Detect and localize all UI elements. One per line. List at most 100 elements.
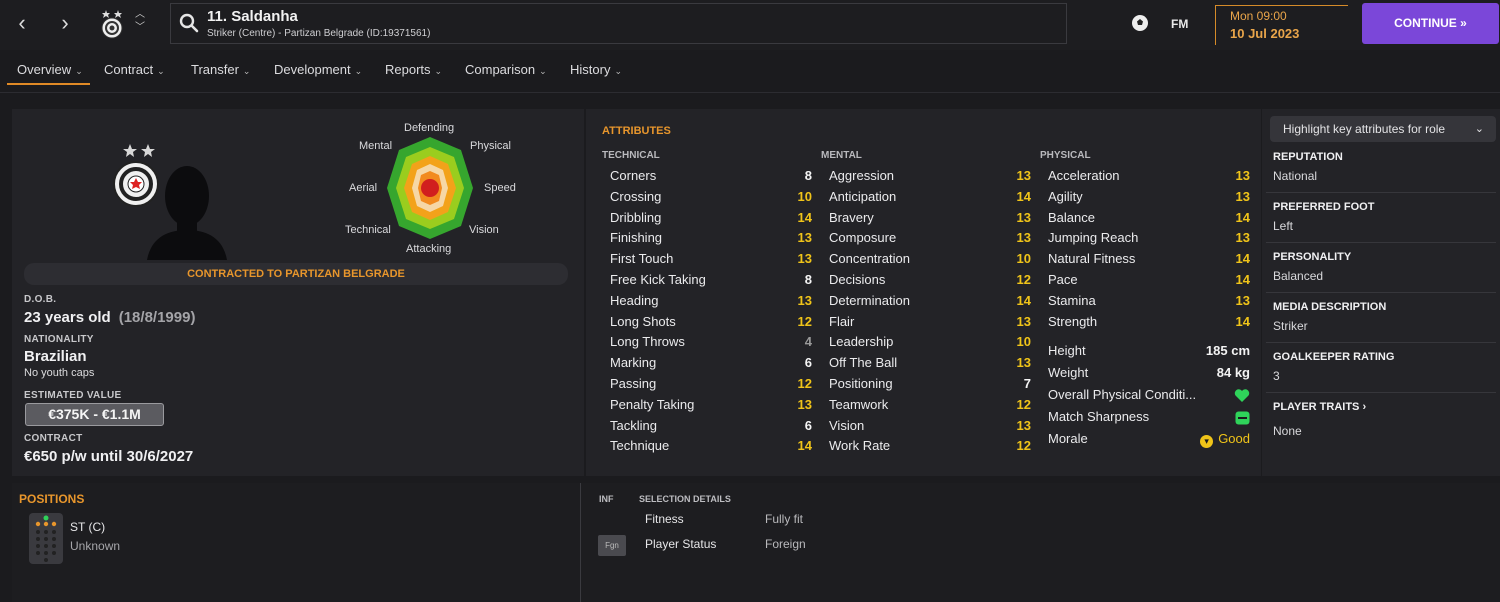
attribute-value: 13: [1016, 355, 1031, 371]
attribute-row[interactable]: Finishing 13: [610, 230, 812, 250]
tab-comparison[interactable]: Comparison ⌄: [465, 62, 547, 77]
divider: [1266, 242, 1496, 243]
attribute-value: 6: [804, 417, 812, 433]
attribute-name: Corners: [610, 168, 657, 183]
player-switch-arrows[interactable]: ︿ ﹀: [133, 8, 147, 34]
tab-development[interactable]: Development ⌄: [274, 62, 362, 77]
attribute-row[interactable]: Balance 14: [1048, 210, 1250, 230]
chevron-down-icon: ⌄: [1474, 123, 1484, 135]
attribute-row[interactable]: Concentration 10: [829, 251, 1031, 271]
attribute-value: 13: [1016, 417, 1031, 433]
condition-row[interactable]: Overall Physical Conditi...: [1048, 387, 1250, 407]
tab-label: Comparison: [465, 62, 536, 77]
attribute-row[interactable]: Crossing 10: [610, 189, 812, 209]
game-date: 10 Jul 2023: [1230, 26, 1300, 41]
attribute-value: 12: [1016, 272, 1031, 287]
attribute-row[interactable]: Bravery 13: [829, 210, 1031, 230]
continue-label: CONTINUE: [1394, 16, 1457, 30]
attribute-row[interactable]: Heading 13: [610, 293, 812, 313]
attribute-row[interactable]: Acceleration 13: [1048, 168, 1250, 188]
attribute-value: 13: [1016, 313, 1031, 329]
attribute-row[interactable]: Tackling 6: [610, 418, 812, 438]
tab-history[interactable]: History ⌄: [570, 62, 622, 77]
attribute-row[interactable]: Flair 13: [829, 314, 1031, 334]
estimated-value[interactable]: €375K - €1.1M: [25, 403, 164, 426]
attribute-row[interactable]: Long Throws 4: [610, 334, 812, 354]
condition-label: Overall Physical Conditi...: [1048, 387, 1197, 402]
attribute-row[interactable]: Marking 6: [610, 355, 812, 375]
chevron-up-icon[interactable]: ︿: [133, 8, 147, 21]
gk-rating-label: GOALKEEPER RATING: [1273, 351, 1395, 363]
attribute-value: 12: [1016, 438, 1031, 454]
attribute-row[interactable]: Penalty Taking 13: [610, 397, 812, 417]
attribute-row[interactable]: Strength 14: [1048, 314, 1250, 334]
nationality-value[interactable]: Brazilian: [24, 348, 87, 365]
attribute-row[interactable]: Work Rate 12: [829, 438, 1031, 458]
attribute-row[interactable]: Off The Ball 13: [829, 355, 1031, 375]
player-traits-link[interactable]: PLAYER TRAITS ›: [1273, 401, 1366, 413]
tab-contract[interactable]: Contract ⌄: [104, 62, 165, 77]
youth-caps: No youth caps: [24, 367, 95, 379]
attribute-row[interactable]: Leadership 10: [829, 334, 1031, 354]
player-name: 11. Saldanha: [207, 8, 298, 25]
back-icon[interactable]: ‹: [9, 10, 35, 36]
chevron-down-icon[interactable]: ﹀: [133, 21, 147, 34]
divider: [1266, 342, 1496, 343]
attribute-row[interactable]: Teamwork 12: [829, 397, 1031, 417]
attribute-name: Long Shots: [610, 313, 676, 329]
club-crest-icon[interactable]: [97, 8, 127, 40]
attribute-row[interactable]: Composure 13: [829, 230, 1031, 250]
attribute-row[interactable]: Aggression 13: [829, 168, 1031, 188]
position-pitch-map[interactable]: [29, 513, 63, 564]
attribute-row[interactable]: Technique 14: [610, 438, 812, 458]
attribute-value: 8: [804, 168, 812, 183]
personality-value[interactable]: Balanced: [1273, 269, 1323, 283]
attribute-row[interactable]: Natural Fitness 14: [1048, 251, 1250, 271]
tab-label: Transfer: [191, 62, 239, 77]
game-time: Mon 09:00: [1230, 9, 1287, 23]
morale-row[interactable]: Morale ▾ Good: [1048, 431, 1250, 451]
attribute-name: Leadership: [829, 334, 894, 350]
tab-reports[interactable]: Reports ⌄: [385, 62, 442, 77]
attribute-name: Tackling: [610, 417, 657, 433]
radar-label-mental: Mental: [359, 140, 393, 152]
football-icon[interactable]: [1130, 13, 1150, 33]
contract-status-banner: CONTRACTED TO PARTIZAN BELGRADE: [24, 263, 568, 285]
attribute-row[interactable]: Corners 8: [610, 168, 812, 188]
attribute-row[interactable]: Free Kick Taking 8: [610, 272, 812, 292]
attribute-row[interactable]: Anticipation 14: [829, 189, 1031, 209]
attribute-name: Passing: [610, 376, 657, 391]
attribute-name: Acceleration: [1048, 168, 1120, 183]
attribute-row[interactable]: Jumping Reach 13: [1048, 230, 1250, 250]
morale-label: Morale: [1048, 431, 1088, 446]
divider: [1266, 392, 1496, 393]
contract-value[interactable]: €650 p/w until 30/6/2027: [24, 448, 193, 465]
fm-logo[interactable]: FM: [1171, 17, 1188, 31]
search-icon[interactable]: [179, 13, 199, 33]
tab-overview[interactable]: Overview ⌄: [17, 62, 83, 77]
attribute-row[interactable]: Long Shots 12: [610, 314, 812, 334]
age-text: 23 years old: [24, 309, 111, 326]
continue-button[interactable]: CONTINUE »: [1362, 3, 1499, 44]
attribute-value: 12: [797, 313, 812, 329]
tab-transfer[interactable]: Transfer ⌄: [191, 62, 250, 77]
attribute-row[interactable]: First Touch 13: [610, 251, 812, 271]
sharpness-row[interactable]: Match Sharpness: [1048, 409, 1250, 429]
attribute-row[interactable]: Determination 14: [829, 293, 1031, 313]
reputation-label: REPUTATION: [1273, 151, 1343, 163]
personality-label: PERSONALITY: [1273, 251, 1352, 263]
status-value: Foreign: [765, 537, 806, 551]
attribute-row[interactable]: Vision 13: [829, 418, 1031, 438]
height-value: 185 cm: [1205, 343, 1250, 358]
attribute-row[interactable]: Positioning 7: [829, 376, 1031, 396]
attribute-row[interactable]: Decisions 12: [829, 272, 1031, 292]
attribute-row[interactable]: Pace 14: [1048, 272, 1250, 292]
highlight-role-dropdown[interactable]: Highlight key attributes for role ⌄: [1270, 116, 1496, 142]
attribute-row[interactable]: Passing 12: [610, 376, 812, 396]
attribute-row[interactable]: Agility 13: [1048, 189, 1250, 209]
player-search-box[interactable]: 11. Saldanha Striker (Centre) - Partizan…: [170, 3, 1067, 44]
attribute-name: First Touch: [610, 251, 674, 267]
attribute-row[interactable]: Stamina 13: [1048, 293, 1250, 313]
forward-icon[interactable]: ›: [52, 10, 78, 36]
attribute-row[interactable]: Dribbling 14: [610, 210, 812, 230]
